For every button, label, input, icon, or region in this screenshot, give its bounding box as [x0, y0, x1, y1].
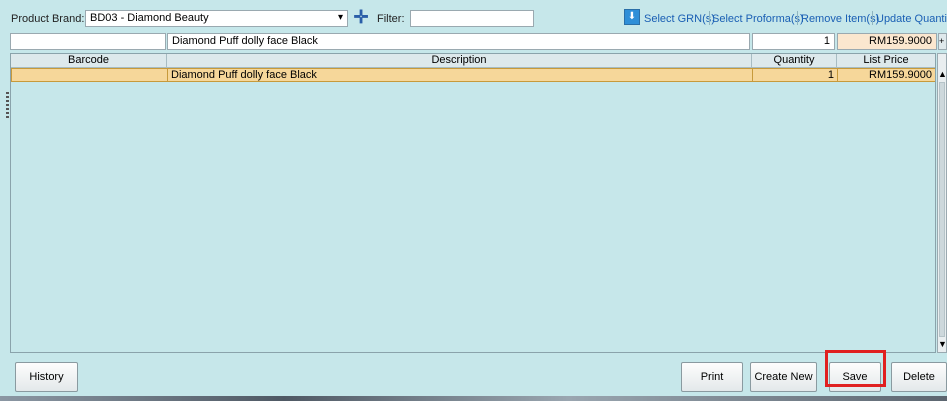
column-header-barcode[interactable]: Barcode: [11, 54, 167, 68]
description-entry-input[interactable]: Diamond Puff dolly face Black: [167, 33, 750, 50]
scroll-down-icon[interactable]: ▼: [938, 338, 947, 350]
select-proforma-link[interactable]: Select Proforma(s): [712, 13, 804, 25]
remove-items-link[interactable]: Remove Item(s): [801, 13, 879, 25]
download-icon[interactable]: ⬇: [624, 9, 640, 25]
delete-button[interactable]: Delete: [891, 362, 947, 392]
product-brand-value: BD03 - Diamond Beauty: [90, 12, 209, 24]
filter-label: Filter:: [377, 13, 405, 25]
history-button[interactable]: History: [15, 362, 78, 392]
cell-list-price: RM159.9000: [869, 69, 932, 81]
barcode-entry-input[interactable]: [10, 33, 166, 50]
chevron-down-icon: ▾: [337, 12, 343, 23]
taskbar-strip: [0, 396, 947, 401]
column-header-list-price[interactable]: List Price: [837, 54, 935, 68]
add-brand-icon[interactable]: ✛: [353, 8, 369, 26]
link-separator: [872, 11, 873, 25]
scroll-up-icon[interactable]: ▲: [938, 68, 947, 80]
link-separator: [797, 11, 798, 25]
column-header-description[interactable]: Description: [167, 54, 752, 68]
table-row[interactable]: Diamond Puff dolly face Black 1 RM159.90…: [11, 68, 935, 82]
items-grid[interactable]: Barcode Description Quantity List Price …: [10, 53, 936, 353]
scroll-thumb[interactable]: [939, 82, 945, 337]
cell-quantity: 1: [753, 69, 838, 81]
filter-input[interactable]: [410, 10, 534, 27]
update-quantity-link[interactable]: Update Quantit: [876, 13, 947, 25]
resize-grip[interactable]: [6, 92, 9, 120]
print-button[interactable]: Print: [681, 362, 743, 392]
select-grn-link[interactable]: Select GRN(s): [644, 13, 715, 25]
link-separator: [709, 11, 710, 25]
vertical-scrollbar[interactable]: ▲ ▼: [937, 53, 947, 353]
create-new-button[interactable]: Create New: [750, 362, 817, 392]
save-highlight-box: [825, 350, 886, 387]
quantity-entry-input[interactable]: 1: [752, 33, 835, 50]
list-price-entry-input[interactable]: RM159.9000: [837, 33, 937, 50]
add-line-button[interactable]: +: [938, 33, 947, 50]
column-header-quantity[interactable]: Quantity: [752, 54, 837, 68]
cell-barcode: [12, 69, 168, 81]
product-brand-dropdown[interactable]: BD03 - Diamond Beauty ▾: [85, 10, 348, 27]
cell-description: Diamond Puff dolly face Black: [168, 69, 753, 81]
product-brand-label: Product Brand:: [11, 13, 85, 25]
